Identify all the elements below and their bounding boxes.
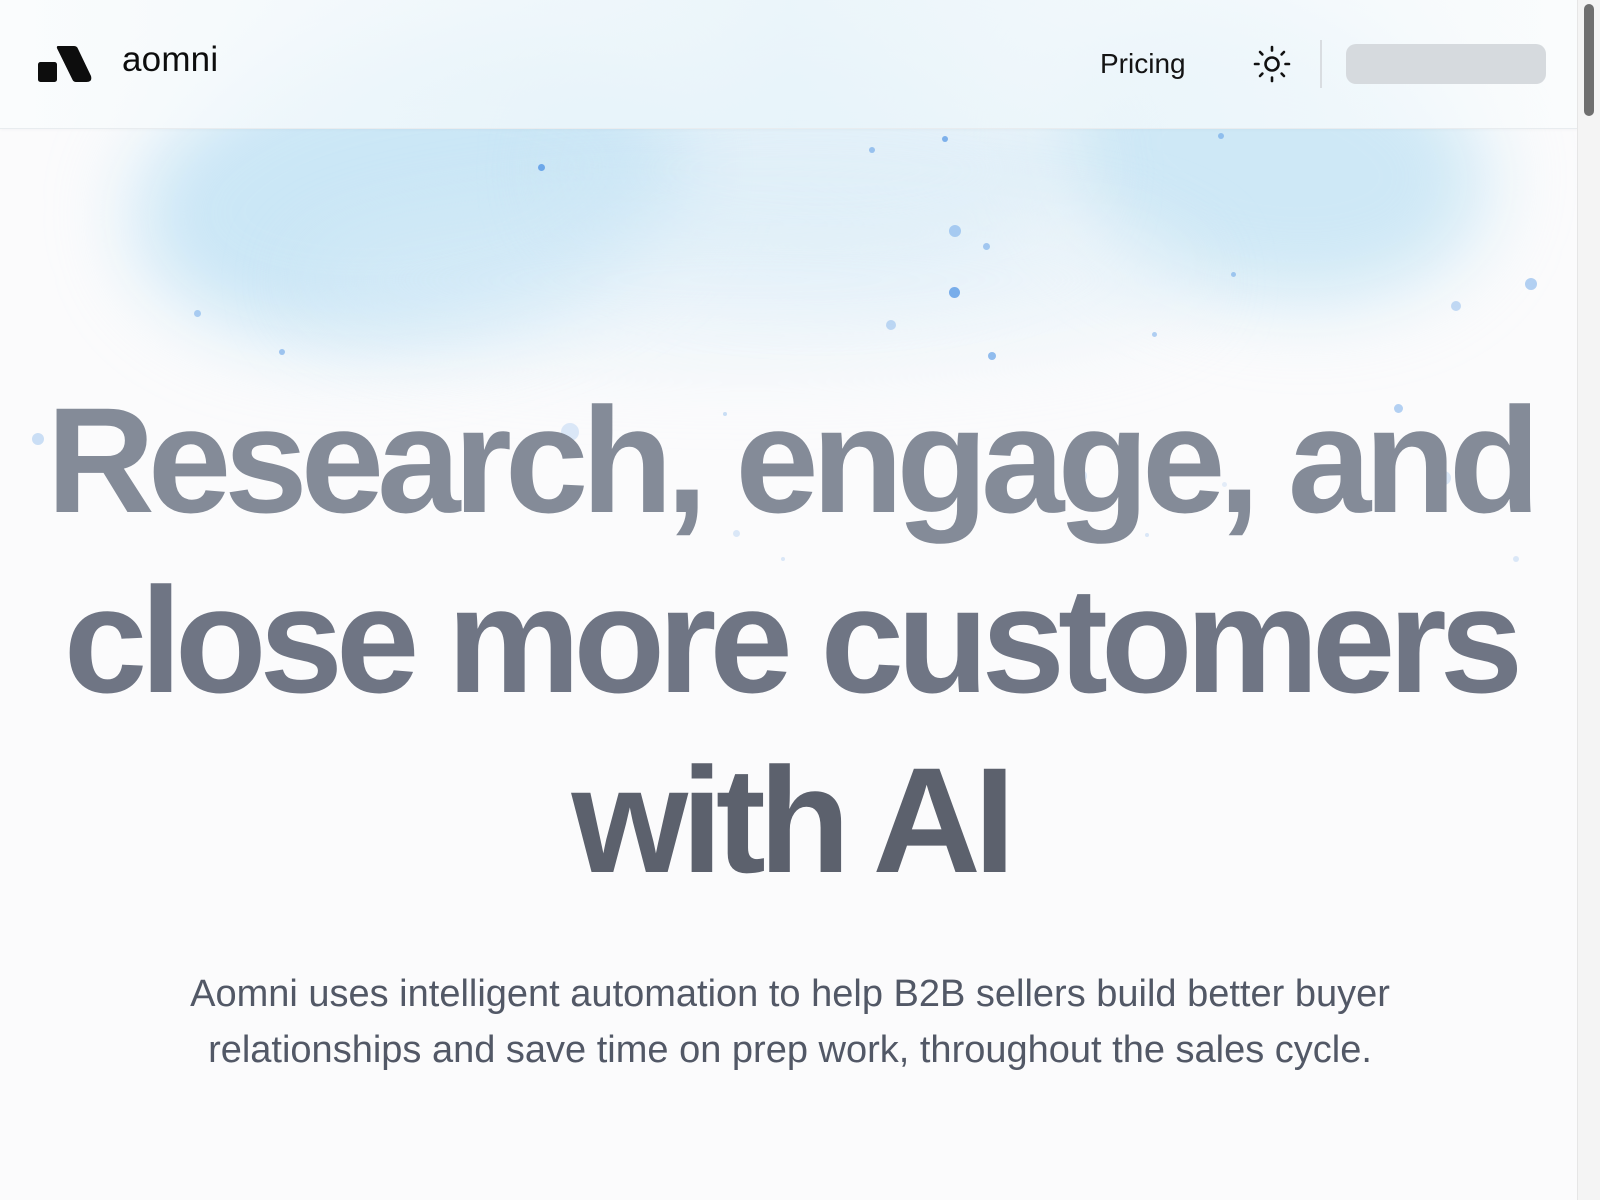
particle-dot — [988, 352, 996, 360]
particle-dot — [193, 309, 201, 317]
particle-dot — [886, 320, 896, 330]
background-haze — [300, 200, 1200, 360]
particle-dot — [279, 349, 285, 355]
hero-subtitle: Aomni uses intelligent automation to hel… — [100, 966, 1480, 1078]
particle-dot — [982, 242, 990, 250]
particle-dot — [948, 286, 960, 298]
particle-dot — [949, 225, 961, 237]
particle-dot — [942, 136, 948, 142]
aomni-logo-icon[interactable] — [38, 44, 92, 84]
hero-subtitle-line: relationships and save time on prep work… — [208, 1029, 1372, 1071]
hero-headline: Research, engage, and close more custome… — [40, 370, 1541, 910]
hero-headline-line: with AI — [571, 736, 1015, 904]
particle-dot — [1151, 331, 1157, 337]
particle-dot — [1451, 301, 1461, 311]
brand-name[interactable]: aomni — [122, 38, 218, 82]
nav-divider — [1320, 40, 1322, 88]
particle-dot — [537, 163, 545, 171]
nav-link-pricing[interactable]: Pricing — [1100, 46, 1186, 82]
scrollbar-thumb[interactable] — [1584, 4, 1594, 116]
particle-dot — [1525, 278, 1537, 290]
particle-dot — [869, 147, 875, 153]
landing-page: aomni Pricing Research, engage, and clos… — [0, 0, 1600, 1200]
particle-dot — [1230, 271, 1236, 277]
account-button-placeholder[interactable] — [1346, 44, 1546, 84]
scrollbar-track[interactable] — [1577, 0, 1600, 1200]
top-navbar: aomni Pricing — [0, 0, 1578, 129]
hero-subtitle-line: Aomni uses intelligent automation to hel… — [190, 973, 1390, 1015]
hero-headline-line: Research, engage, and — [46, 376, 1541, 544]
hero-headline-line: close more customers — [63, 556, 1523, 724]
particle-dot — [1218, 133, 1224, 139]
sun-icon[interactable] — [1252, 44, 1292, 84]
